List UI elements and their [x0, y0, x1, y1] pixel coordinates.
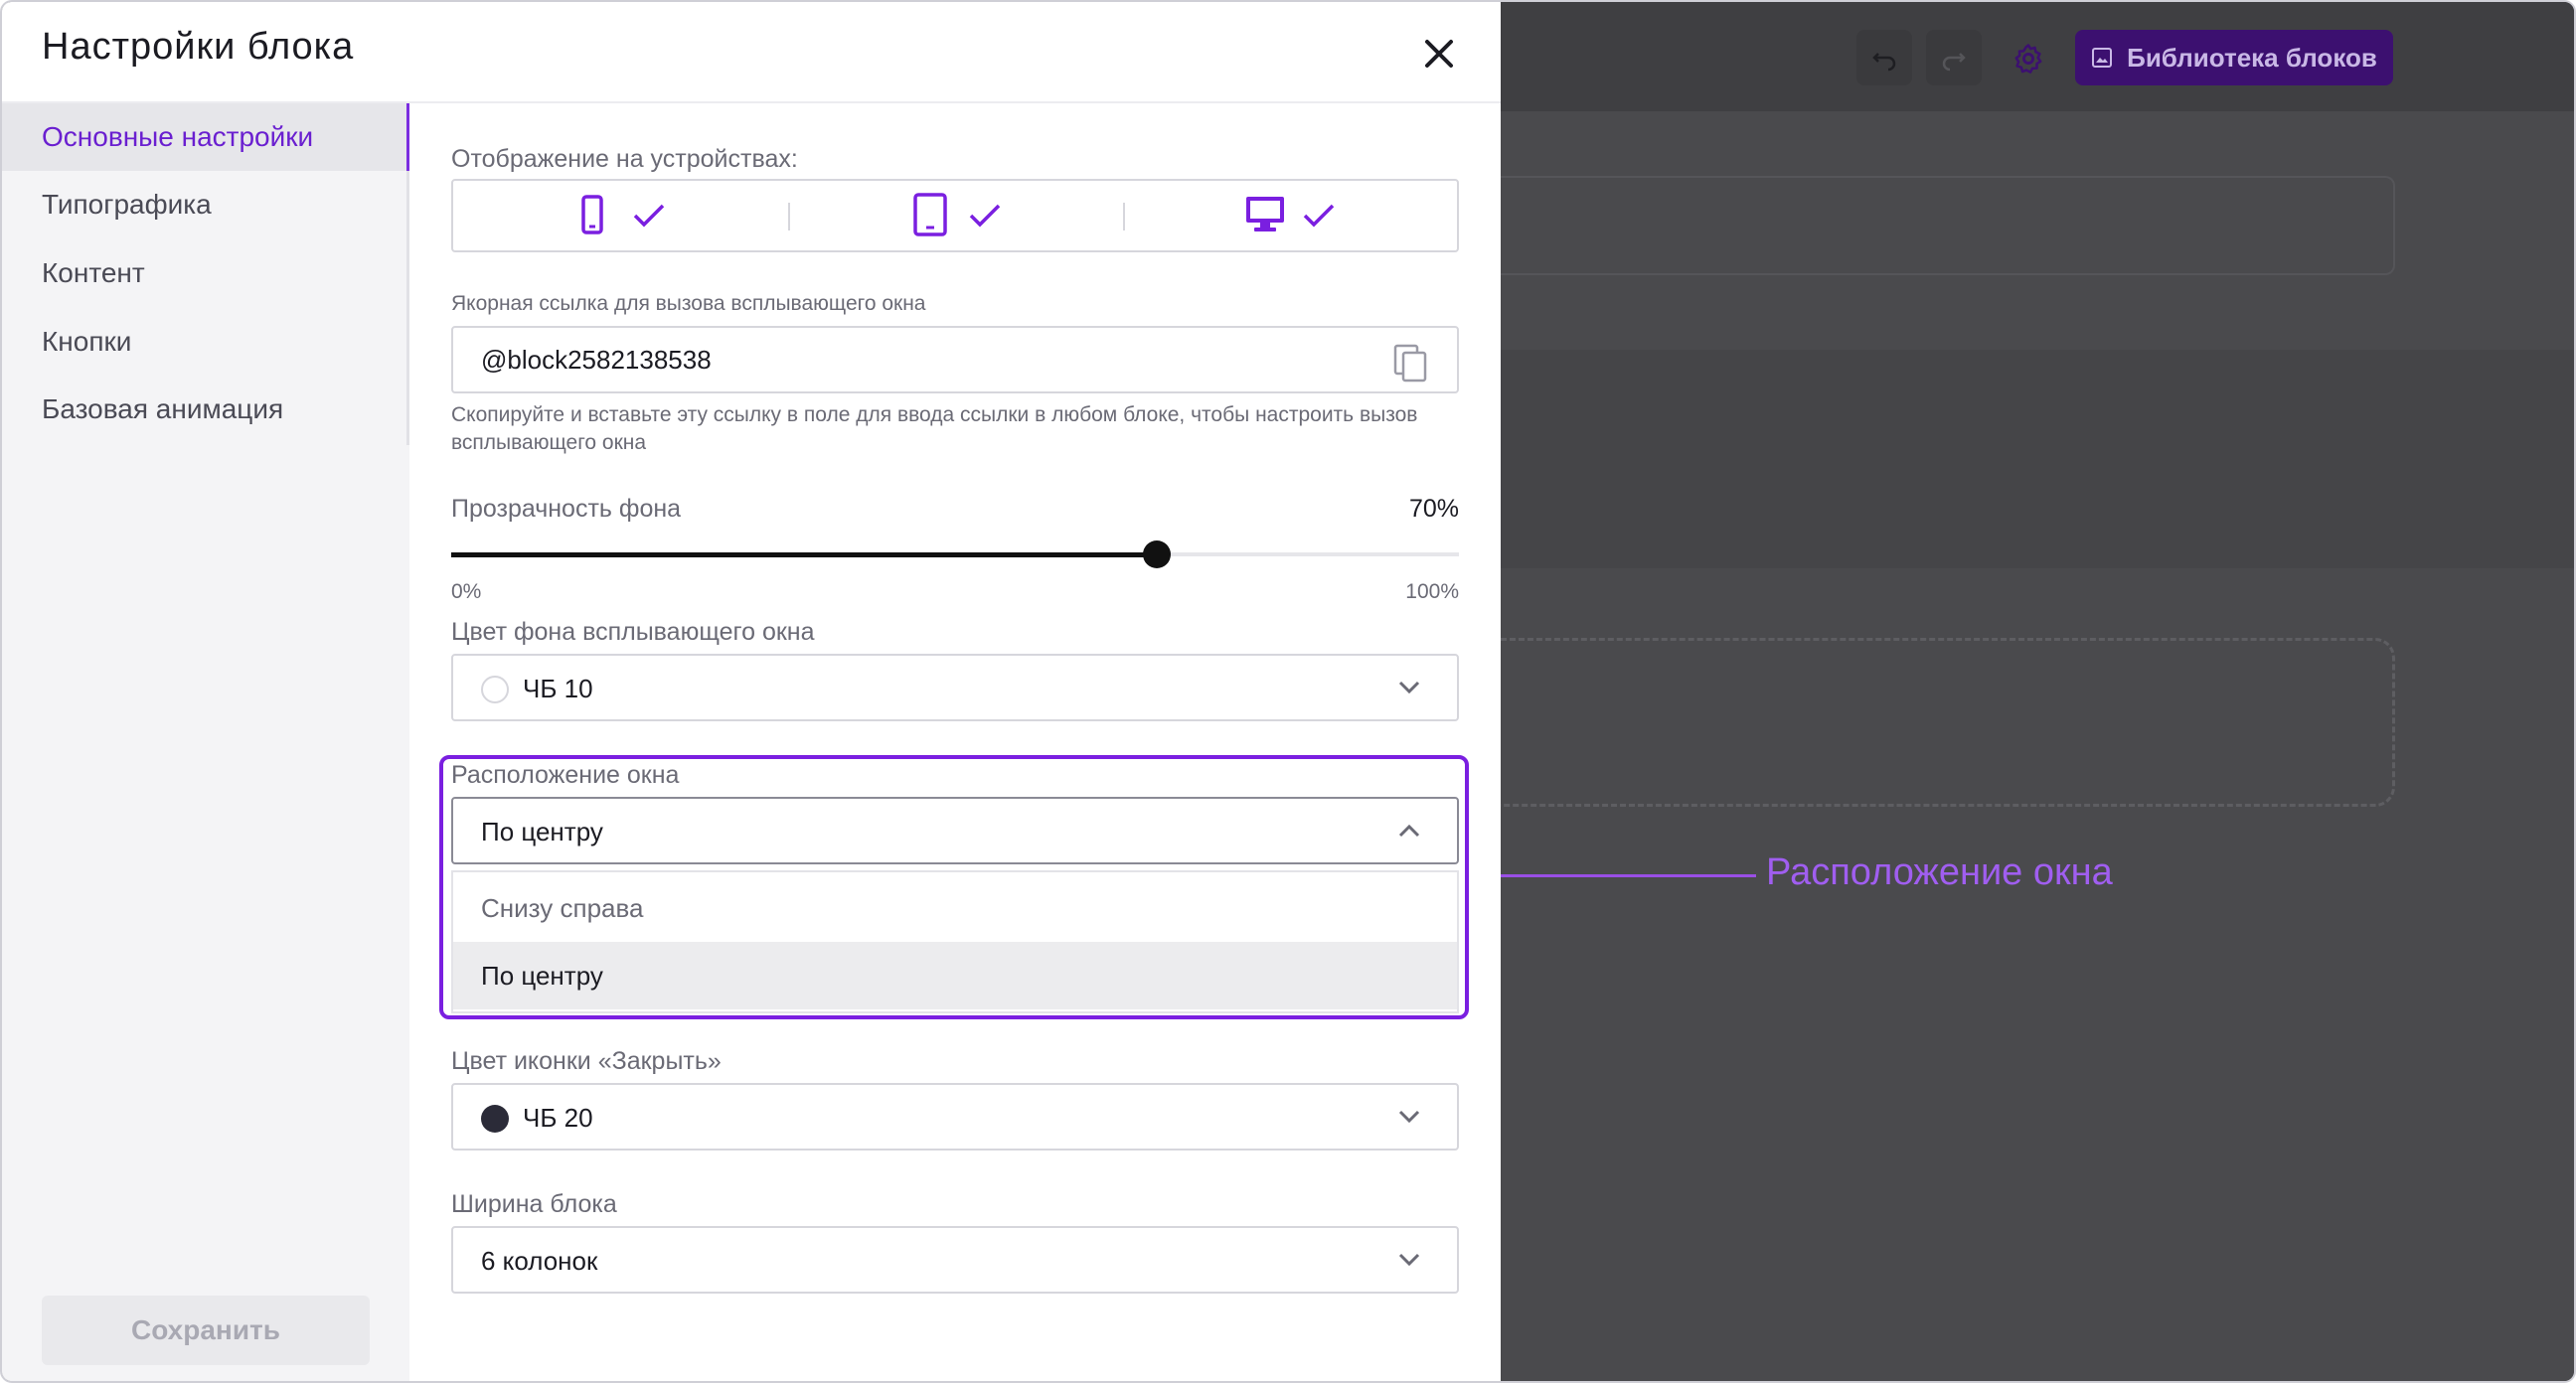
- color-swatch: [481, 1105, 509, 1133]
- editor-drop-zone: [1481, 638, 2395, 807]
- position-option-bottom-right[interactable]: Снизу справа: [453, 874, 1457, 942]
- close-button[interactable]: [1417, 32, 1461, 76]
- device-toggle-desktop[interactable]: [1244, 181, 1383, 250]
- sidebar-item-animation[interactable]: Базовая анимация: [2, 376, 409, 443]
- sidebar-item-buttons[interactable]: Кнопки: [2, 308, 409, 376]
- opacity-slider-thumb[interactable]: [1142, 540, 1171, 568]
- opacity-value: 70%: [1408, 495, 1459, 523]
- sidebar-menu: Основные настройки Типографика Контент К…: [2, 103, 409, 445]
- anchor-label: Якорная ссылка для вызова всплывающего о…: [451, 292, 926, 315]
- device-visibility-group: [451, 179, 1459, 252]
- copy-icon[interactable]: [1391, 342, 1429, 384]
- device-separator: [1123, 203, 1125, 230]
- opacity-slider[interactable]: [451, 540, 1459, 568]
- chevron-down-icon: [1398, 1110, 1420, 1124]
- bg-color-value: ЧБ 10: [523, 674, 593, 703]
- check-icon: [633, 204, 665, 228]
- opacity-min-label: 0%: [451, 580, 482, 603]
- chevron-down-icon: [1398, 1253, 1420, 1267]
- sidebar-item-typography[interactable]: Типографика: [2, 171, 409, 238]
- block-width-select[interactable]: 6 колонок: [451, 1226, 1459, 1294]
- close-icon-color-value: ЧБ 20: [523, 1103, 593, 1133]
- chevron-up-icon: [1398, 824, 1420, 838]
- editor-toolbar: Библиотека блоков: [1501, 2, 2574, 111]
- settings-content: Отображение на устройствах: Якорная ссыл…: [409, 103, 1501, 1381]
- sidebar-item-content[interactable]: Контент: [2, 239, 409, 307]
- undo-icon: [1872, 53, 1896, 72]
- panel-title: Настройки блока: [42, 26, 355, 68]
- anchor-link-value: @block2582138538: [481, 345, 712, 375]
- devices-label: Отображение на устройствах:: [451, 145, 798, 173]
- position-select[interactable]: По центру: [451, 797, 1459, 864]
- settings-button[interactable]: [2000, 30, 2055, 85]
- sidebar-item-main-settings[interactable]: Основные настройки: [2, 103, 409, 171]
- panel-header: Настройки блока: [2, 2, 1501, 103]
- opacity-slider-fill: [451, 552, 1157, 557]
- position-label: Расположение окна: [451, 761, 680, 789]
- bg-color-select[interactable]: ЧБ 10: [451, 654, 1459, 721]
- image-icon: [2092, 48, 2113, 68]
- close-icon: [1425, 40, 1453, 68]
- anchor-hint: Скопируйте и вставьте эту ссылку в поле …: [451, 403, 1418, 454]
- block-library-button[interactable]: Библиотека блоков: [2075, 30, 2393, 85]
- position-dropdown-list: Снизу справа По центру: [451, 870, 1459, 1013]
- anchor-link-field[interactable]: @block2582138538: [451, 326, 1459, 393]
- check-icon: [1303, 204, 1335, 228]
- smartphone-icon: [581, 195, 603, 234]
- position-option-center[interactable]: По центру: [453, 942, 1457, 1009]
- check-icon: [969, 204, 1001, 228]
- block-width-label: Ширина блока: [451, 1190, 617, 1218]
- tablet-icon: [913, 193, 947, 236]
- settings-sidebar: Основные настройки Типографика Контент К…: [2, 103, 409, 1381]
- opacity-max-label: 100%: [1405, 580, 1459, 603]
- undo-button[interactable]: [1856, 30, 1912, 85]
- device-toggle-mobile[interactable]: [578, 181, 718, 250]
- device-toggle-tablet[interactable]: [912, 181, 1051, 250]
- chevron-down-icon: [1398, 681, 1420, 694]
- annotation-label: Расположение окна: [1766, 851, 2113, 893]
- annotation-line: [1490, 874, 1756, 877]
- block-width-value: 6 колонок: [481, 1246, 598, 1276]
- block-settings-panel: Настройки блока Основные настройки Типог…: [2, 2, 1501, 1381]
- opacity-label: Прозрачность фона: [451, 495, 682, 523]
- desktop-icon: [1246, 197, 1284, 231]
- editor-backdrop: Библиотека блоков: [1481, 2, 2574, 1381]
- redo-icon: [1942, 53, 1966, 72]
- position-value: По центру: [481, 817, 603, 846]
- bg-color-label: Цвет фона всплывающего окна: [451, 618, 815, 646]
- app-window: Библиотека блоков Расположение окна Наст…: [0, 0, 2576, 1383]
- device-separator: [788, 203, 790, 230]
- editor-section: [1501, 350, 2574, 568]
- close-icon-color-select[interactable]: ЧБ 20: [451, 1083, 1459, 1151]
- close-icon-color-label: Цвет иконки «Закрыть»: [451, 1047, 722, 1075]
- editor-field-ghost: [1501, 176, 2395, 275]
- save-button[interactable]: Сохранить: [42, 1296, 370, 1365]
- redo-button[interactable]: [1926, 30, 1982, 85]
- block-library-label: Библиотека блоков: [2127, 42, 2377, 73]
- color-swatch: [481, 676, 509, 703]
- gear-icon: [2014, 44, 2042, 74]
